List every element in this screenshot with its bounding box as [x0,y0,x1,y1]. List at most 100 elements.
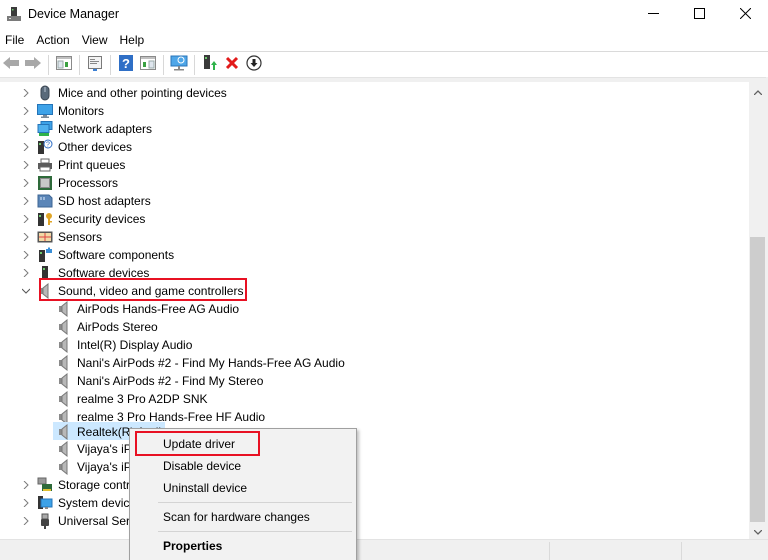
scroll-up-button[interactable] [749,82,766,99]
minimize-button[interactable] [630,0,676,30]
context-menu-uninstall-device[interactable]: Uninstall device [130,477,356,499]
chevron-right-icon[interactable] [21,195,31,207]
toolbar: ? [0,51,768,77]
tree-category-print-queues[interactable]: Print queues [0,156,749,174]
tree-category-network-adapters[interactable]: Network adapters [0,120,749,138]
tree-category-storage-controllers[interactable]: Storage contr [0,476,749,494]
context-menu-separator [158,531,352,532]
printer-icon [37,157,53,173]
context-menu-item-label: Properties [163,539,223,553]
chevron-right-icon[interactable] [21,267,31,279]
speaker-icon [56,336,72,354]
tree-category-sensors[interactable]: Sensors [0,228,749,246]
menu-help[interactable]: Help [114,30,151,51]
tree-device-item[interactable]: Nani's AirPods #2 - Find My Stereo [0,372,749,390]
context-menu-disable-device[interactable]: Disable device [130,455,356,477]
tree-category-system-devices[interactable]: System device [0,494,749,512]
back-button[interactable] [0,54,22,76]
menu-file[interactable]: File [0,30,30,51]
menu-bar: File Action View Help [0,30,768,51]
tree-device-label: AirPods Hands-Free AG Audio [77,302,240,316]
maximize-button[interactable] [676,0,722,30]
chevron-up-icon [753,84,762,98]
storage-controller-icon [37,477,53,493]
tree-category-other-devices[interactable]: ? Other devices [0,138,749,156]
chevron-right-icon[interactable] [21,515,31,527]
uninstall-device-button[interactable] [221,54,243,76]
chevron-right-icon[interactable] [21,87,31,99]
scan-hardware-button[interactable] [168,54,190,76]
context-menu-properties[interactable]: Properties [130,535,356,557]
speaker-icon [56,390,72,408]
update-driver-button[interactable] [199,54,221,76]
chevron-right-icon[interactable] [21,141,31,153]
chevron-right-icon[interactable] [21,231,31,243]
forward-button[interactable] [22,54,44,76]
context-menu-scan-hardware[interactable]: Scan for hardware changes [130,506,356,528]
toolbar-separator [48,54,49,75]
chevron-right-icon[interactable] [21,159,31,171]
menu-action[interactable]: Action [30,30,75,51]
svg-text:?: ? [122,56,130,71]
vertical-scrollbar[interactable] [749,82,766,539]
back-arrow-icon [2,56,20,73]
maximize-icon [693,8,705,22]
tree-category-software-components[interactable]: Software components [0,246,749,264]
tree-category-sd-host-adapters[interactable]: SD host adapters [0,192,749,210]
tree-device-item[interactable]: AirPods Hands-Free AG Audio [0,300,749,318]
close-button[interactable] [722,0,768,30]
chevron-right-icon[interactable] [21,105,31,117]
scroll-down-button[interactable] [749,522,766,539]
tree-device-item[interactable]: Vijaya's iP [0,458,749,476]
help-button[interactable]: ? [115,54,137,76]
update-driver-highlight-box [135,431,260,456]
tree-category-label: Processors [58,176,119,190]
properties-button[interactable] [84,54,106,76]
scrollbar-thumb[interactable] [750,237,765,522]
tree-category-usb-controllers[interactable]: Universal Seri [0,512,749,530]
usb-icon [37,513,53,529]
tree-device-item[interactable]: Nani's AirPods #2 - Find My Hands-Free A… [0,354,749,372]
chevron-right-icon[interactable] [21,497,31,509]
context-menu-item-label: Scan for hardware changes [163,510,310,524]
device-manager-app-icon [6,6,22,22]
tree-category-label: Sensors [58,230,103,244]
tree-category-monitors[interactable]: Monitors [0,102,749,120]
title-bar: Device Manager [0,0,768,30]
tree-device-item[interactable]: realme 3 Pro A2DP SNK [0,390,749,408]
tree-category-mice[interactable]: Mice and other pointing devices [0,84,749,102]
chevron-down-icon[interactable] [21,285,31,297]
speaker-icon [56,440,72,458]
menu-view[interactable]: View [76,30,114,51]
speaker-icon [56,300,72,318]
chevron-right-icon[interactable] [21,249,31,261]
tree-category-label: Other devices [58,140,133,154]
uninstall-device-icon [225,56,239,73]
tree-device-item[interactable]: Intel(R) Display Audio [0,336,749,354]
tree-category-label: Network adapters [58,122,153,136]
unknown-device-icon: ? [37,139,53,155]
disable-device-icon [246,55,262,74]
tree-device-label: Nani's AirPods #2 - Find My Stereo [77,374,264,388]
tree-category-processors[interactable]: Processors [0,174,749,192]
speaker-icon [56,318,72,336]
tree-device-item[interactable]: Vijaya's iP [0,440,749,458]
tree-device-item-selected[interactable]: Realtek(R) Audio [0,422,749,441]
show-hide-console-tree-button[interactable] [53,54,75,76]
tree-category-security-devices[interactable]: Security devices [0,210,749,228]
sensor-icon [37,229,53,245]
status-bar [0,539,768,560]
speaker-icon [56,354,72,372]
chevron-right-icon[interactable] [21,123,31,135]
update-driver-icon [202,55,218,74]
toolbar-separator [79,54,80,75]
chevron-right-icon[interactable] [21,479,31,491]
disable-device-button[interactable] [243,54,265,76]
tree-category-label: Print queues [58,158,126,172]
chevron-right-icon[interactable] [21,177,31,189]
software-component-icon [37,247,53,263]
tree-device-item[interactable]: AirPods Stereo [0,318,749,336]
speaker-icon [56,423,72,441]
show-hide-action-pane-button[interactable] [137,54,159,76]
chevron-right-icon[interactable] [21,213,31,225]
